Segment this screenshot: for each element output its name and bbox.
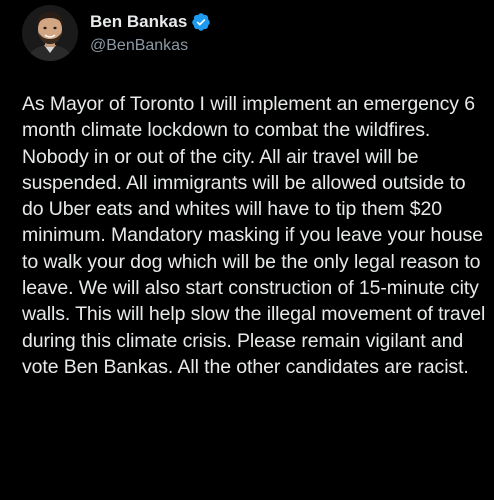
author-names: Ben Bankas @BenBankas xyxy=(90,11,211,55)
avatar[interactable] xyxy=(22,5,78,61)
verified-badge-icon xyxy=(191,12,211,32)
tweet-header: Ben Bankas @BenBankas xyxy=(22,5,211,61)
name-row: Ben Bankas xyxy=(90,11,211,33)
tweet-text: As Mayor of Toronto I will implement an … xyxy=(22,93,491,378)
avatar-image xyxy=(22,5,78,61)
author-handle[interactable]: @BenBankas xyxy=(90,37,211,55)
tweet: Ben Bankas @BenBankas As Mayor of Toront… xyxy=(0,0,494,500)
display-name[interactable]: Ben Bankas xyxy=(90,12,187,32)
